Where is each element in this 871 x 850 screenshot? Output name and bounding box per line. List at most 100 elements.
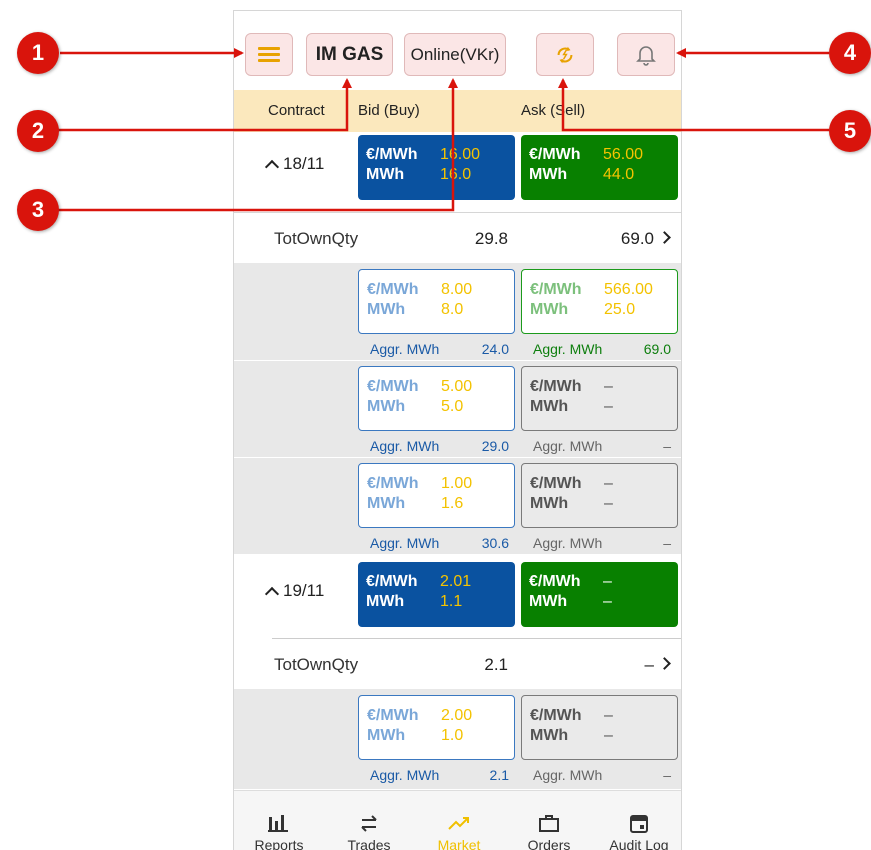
aggr-value: – [663,767,671,783]
ask-qty: – [603,593,612,610]
nav-label: Orders [527,837,571,850]
ask-column-header: Ask (Sell) [521,102,586,119]
bid-price: 16.00 [440,146,481,163]
refresh-icon [557,46,573,63]
ask-qty: 25.0 [604,301,636,318]
qty-unit-label: MWh [530,398,569,415]
nav-audit-log[interactable]: Audit Log [594,791,681,850]
bar-chart-icon [268,815,288,832]
bid-price: 2.01 [440,573,472,590]
contract-row-toggle[interactable]: 19/11 [264,581,325,601]
trending-up-icon [448,817,469,830]
best-bid-tile[interactable]: €/MWh 2.01 MWh 1.1 [358,562,515,627]
qty-unit-label: MWh [367,727,406,744]
price-unit-label: €/MWh [530,378,582,395]
best-ask-tile[interactable]: €/MWh 56.00 MWh 44.0 [521,135,678,200]
tot-ask-qty: 69.0 [620,229,654,248]
qty-unit-label: MWh [366,593,405,610]
bid-price: 8.00 [441,281,473,298]
refresh-button[interactable] [536,33,594,76]
top-bar: IM GAS Online(VKr) [234,11,681,90]
aggr-value: – [663,438,671,454]
depth-bid-tile[interactable]: €/MWh 5.00 MWh 5.0 [358,366,515,431]
nav-reports[interactable]: Reports [234,791,324,850]
contract-date: 19/11 [283,581,325,600]
bid-price: 5.00 [441,378,473,395]
aggr-label: Aggr. MWh [370,341,440,357]
aggr-value: 2.1 [489,767,509,783]
annotated-screenshot: IM GAS Online(VKr) Contract Bid (Buy) As… [0,0,871,850]
bid-qty: 1.6 [441,495,464,512]
qty-unit-label: MWh [530,301,569,318]
depth-ask-tile[interactable]: €/MWh – MWh – [521,695,678,760]
aggr-value: 24.0 [481,341,509,357]
callout-badge-3: 3 [17,189,59,231]
bid-qty: 16.0 [440,166,472,183]
contract-row-toggle[interactable]: 18/11 [264,154,325,174]
price-unit-label: €/MWh [366,573,418,590]
callout-badge-4: 4 [829,32,871,74]
tot-own-qty-row[interactable]: TotOwnQty 2.1 – [234,639,681,689]
tot-own-qty-label: TotOwnQty [274,229,359,248]
depth-ask-tile[interactable]: €/MWh 566.00 MWh 25.0 [521,269,678,334]
bid-qty: 8.0 [441,301,464,318]
ask-price: – [604,475,613,492]
calendar-icon [630,815,648,833]
nav-market[interactable]: Market [414,791,504,850]
bid-qty: 1.1 [440,593,463,610]
ask-aggregate: Aggr. MWh – [533,438,671,456]
depth-bid-tile[interactable]: €/MWh 8.00 MWh 8.0 [358,269,515,334]
nav-label: Reports [254,837,304,850]
chevron-up-icon [264,586,280,601]
callout-badge-5: 5 [829,110,871,152]
price-unit-label: €/MWh [530,281,582,298]
callout-badge-1: 1 [17,32,59,74]
depth-ask-tile[interactable]: €/MWh – MWh – [521,463,678,528]
market-selector-button[interactable]: IM GAS [306,33,393,76]
best-ask-tile[interactable]: €/MWh – MWh – [521,562,678,627]
contract-date: 18/11 [283,154,325,173]
bid-aggregate: Aggr. MWh 30.6 [370,535,509,553]
aggr-label: Aggr. MWh [533,767,603,783]
aggr-label: Aggr. MWh [533,438,603,454]
price-unit-label: €/MWh [367,475,419,492]
contract-column-header: Contract [268,102,325,119]
briefcase-icon [539,815,559,832]
nav-trades[interactable]: Trades [324,791,414,850]
price-unit-label: €/MWh [367,281,419,298]
tot-own-qty-row[interactable]: TotOwnQty 29.8 69.0 [234,213,681,263]
aggr-label: Aggr. MWh [370,535,440,551]
notifications-button[interactable] [617,33,675,76]
menu-button[interactable] [245,33,293,76]
best-bid-tile[interactable]: €/MWh 16.00 MWh 16.0 [358,135,515,200]
depth-ask-tile[interactable]: €/MWh – MWh – [521,366,678,431]
qty-unit-label: MWh [367,301,406,318]
bid-qty: 5.0 [441,398,464,415]
qty-unit-label: MWh [529,166,568,183]
nav-orders[interactable]: Orders [504,791,594,850]
bell-icon [636,45,656,66]
ask-aggregate: Aggr. MWh – [533,535,671,553]
aggr-label: Aggr. MWh [370,438,440,454]
swap-arrows-icon [361,815,377,832]
aggr-label: Aggr. MWh [370,767,440,783]
nav-label: Market [437,837,481,850]
app-screen: IM GAS Online(VKr) Contract Bid (Buy) As… [233,10,682,850]
qty-unit-label: MWh [530,727,569,744]
chevron-right-icon [658,657,671,670]
ask-qty: 44.0 [603,166,635,183]
bottom-navigation: Reports Trades Market Orders Audit Log [234,790,681,850]
tot-ask-qty: – [644,655,654,674]
aggr-value: 29.0 [481,438,509,454]
bid-column-header: Bid (Buy) [358,102,420,119]
depth-bid-tile[interactable]: €/MWh 1.00 MWh 1.6 [358,463,515,528]
aggr-value: 30.6 [481,535,509,551]
ask-price: – [604,378,613,395]
qty-unit-label: MWh [530,495,569,512]
tot-bid-qty: 2.1 [484,655,508,674]
connection-status-button[interactable]: Online(VKr) [404,33,506,76]
aggr-value: – [663,535,671,551]
price-unit-label: €/MWh [530,707,582,724]
ask-aggregate: Aggr. MWh 69.0 [533,341,671,359]
depth-bid-tile[interactable]: €/MWh 2.00 MWh 1.0 [358,695,515,760]
